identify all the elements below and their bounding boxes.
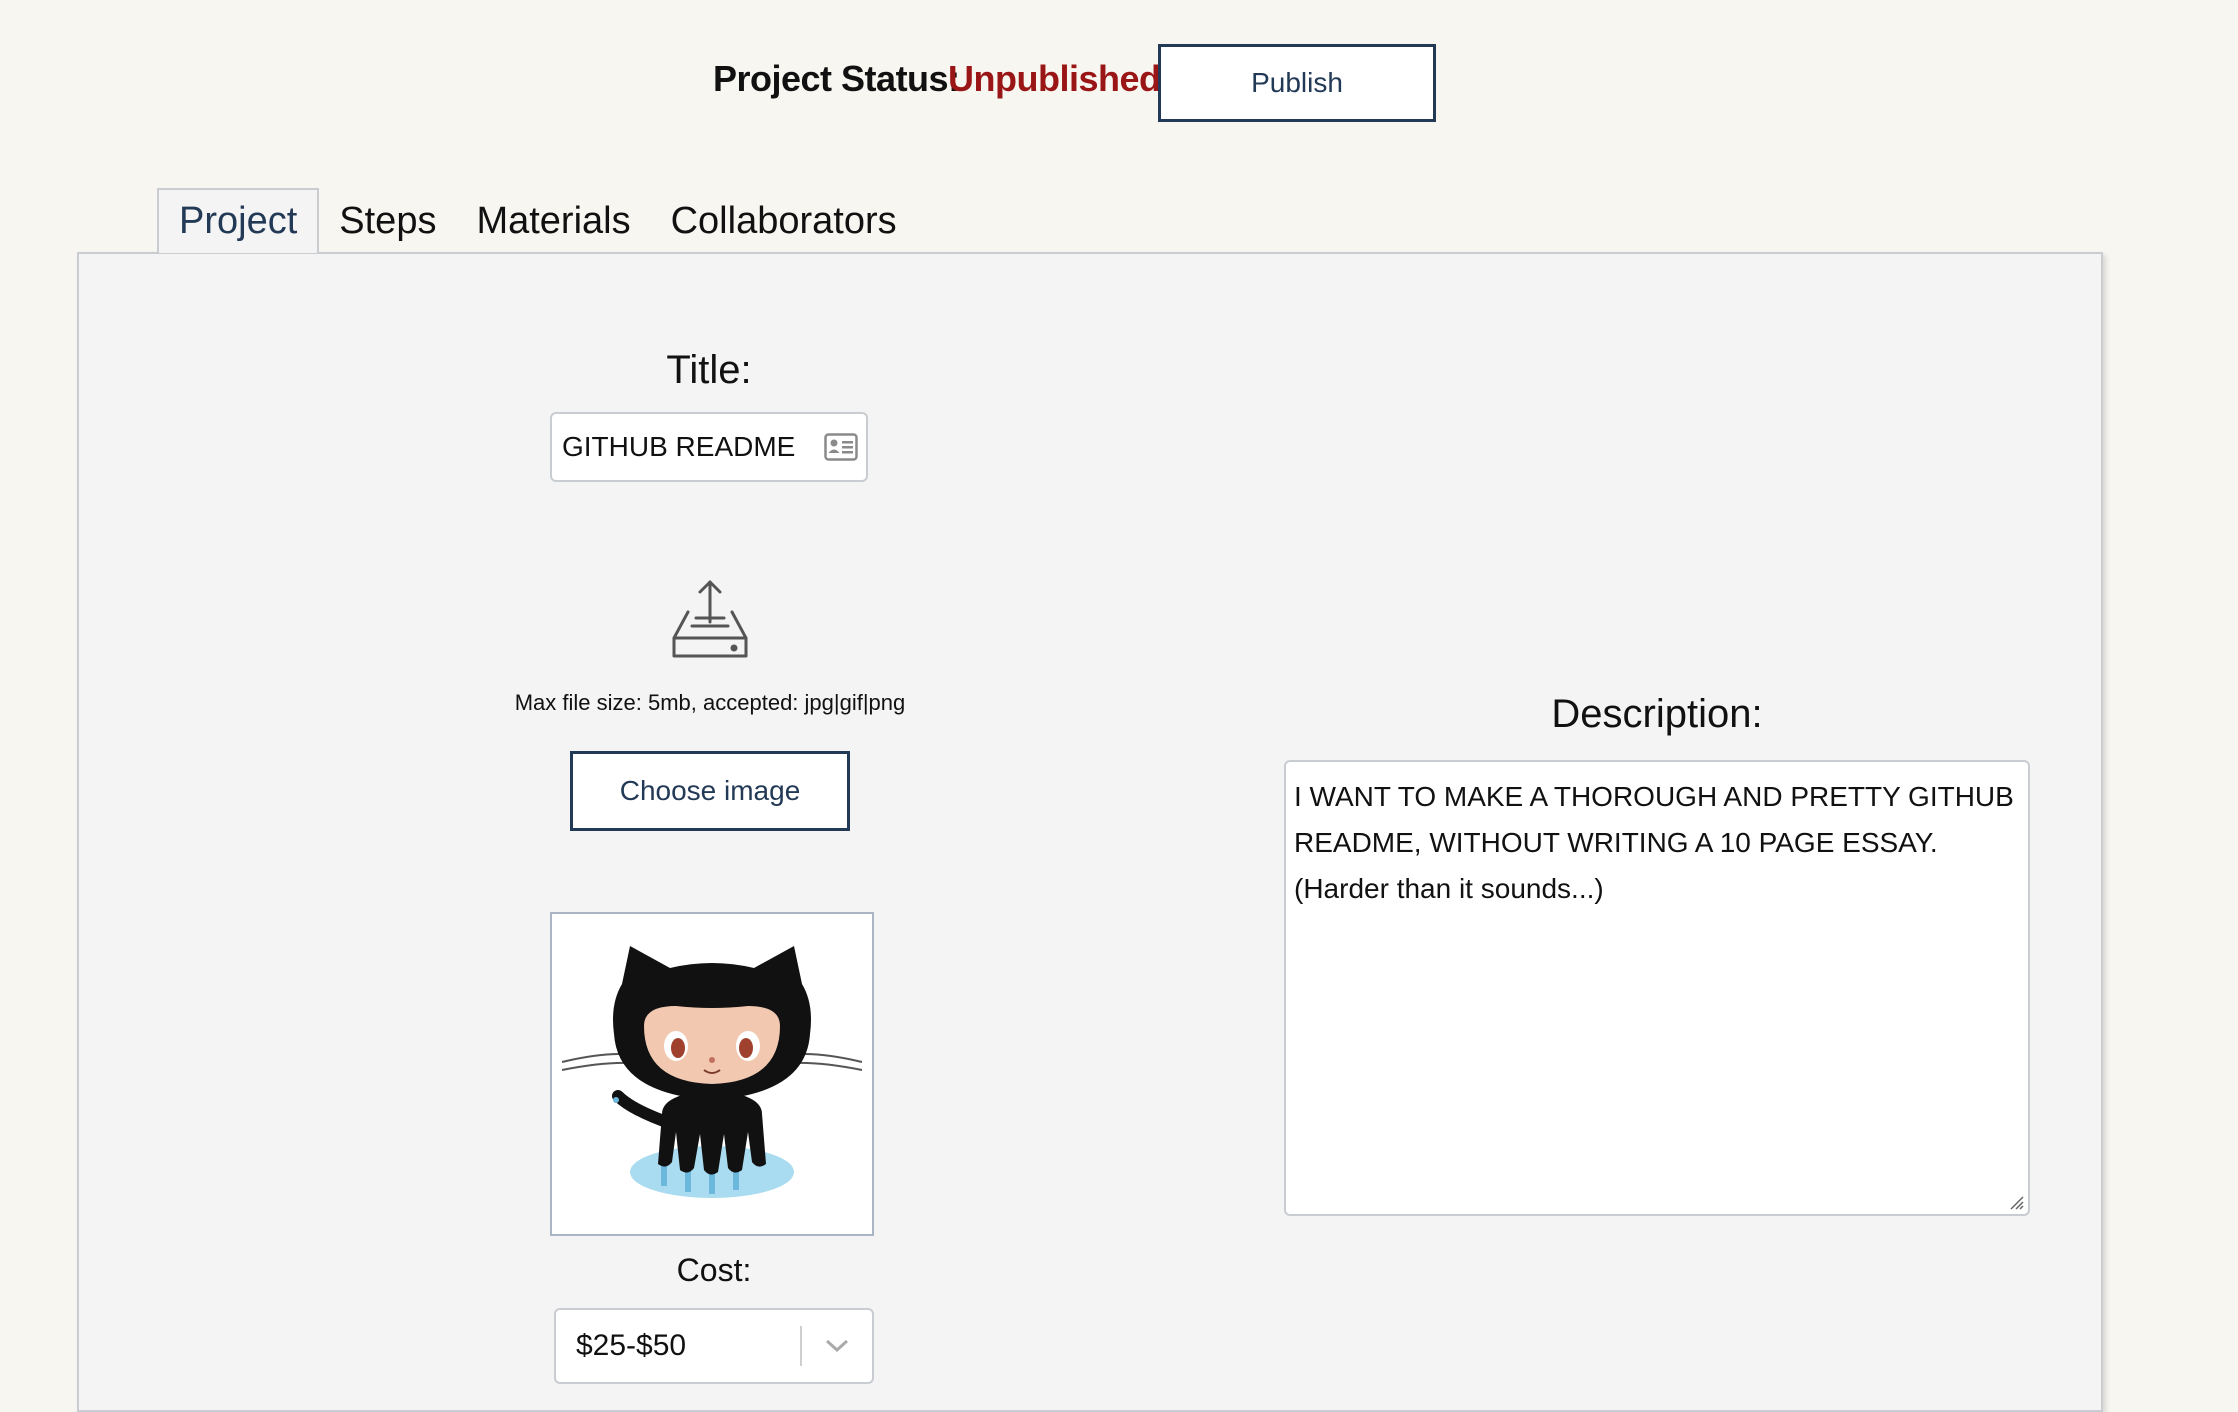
inbox-upload-icon [672,580,748,658]
status-bar: Project Status: Unpublished Publish [0,44,2238,124]
cost-label: Cost: [676,1252,752,1288]
image-preview [550,912,874,1236]
description-line: README, WITHOUT WRITING A 10 PAGE ESSAY. [1294,827,1938,858]
chevron-down-icon[interactable] [802,1309,872,1383]
status-label: Project Status: [713,58,960,99]
cost-select[interactable]: $25-$50 [554,1308,874,1384]
description-line: I WANT TO MAKE A THOROUGH AND PRETTY GIT… [1294,781,2014,812]
publish-button[interactable]: Publish [1158,44,1436,122]
title-input[interactable]: GITHUB README [550,412,868,482]
tab-steps[interactable]: Steps [319,190,456,253]
tab-materials[interactable]: Materials [456,190,650,253]
tab-bar: Project Steps Materials Collaborators [157,188,917,253]
resize-grip-icon[interactable] [2008,1194,2024,1210]
cost-select-value: $25-$50 [576,1329,687,1362]
file-size-hint: Max file size: 5mb, accepted: jpg|gif|pn… [514,690,906,715]
status-value: Unpublished [948,58,1161,99]
title-input-value: GITHUB README [562,431,796,462]
tab-collaborators[interactable]: Collaborators [651,190,917,253]
description-line: (Harder than it sounds...) [1294,873,1604,904]
tab-project[interactable]: Project [157,188,320,253]
choose-image-button[interactable]: Choose image [570,751,850,831]
title-label: Title: [666,348,752,392]
contact-card-icon [824,433,858,461]
octocat-image [561,946,863,1198]
description-label: Description: [1551,692,1763,736]
description-textarea[interactable]: I WANT TO MAKE A THOROUGH AND PRETTY GIT… [1284,760,2030,1216]
